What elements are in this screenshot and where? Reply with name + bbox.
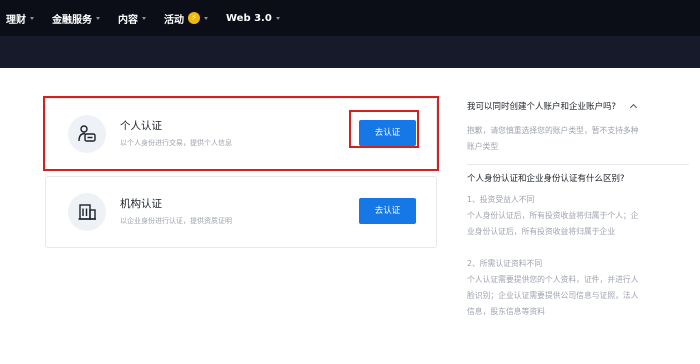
- nav-item-web3[interactable]: Web 3.0: [226, 13, 280, 24]
- top-navigation-bar: 理财 金融服务 内容 活动 ⚡ Web 3.0: [0, 0, 700, 36]
- verify-personal-button[interactable]: 去认证: [359, 120, 416, 146]
- nav-item-label: Web 3.0: [226, 12, 272, 24]
- chevron-up-icon: [629, 103, 638, 112]
- faq-answer-line: 业身份认证后，所有投资收益将归属于企业: [467, 227, 616, 236]
- chevron-down-icon: [96, 16, 100, 20]
- card-title: 个人认证: [120, 120, 162, 132]
- faq-answer: 抱歉，请您慎重选择您的账户类型，暂不支持多种 账户类型: [467, 123, 689, 155]
- faq-spacer: [467, 240, 689, 256]
- faq-item: 我可以同时创建个人账户和企业账户吗? 抱歉，请您慎重选择您的账户类型，暂不支持多…: [467, 100, 689, 155]
- nav-item-label: 金融服务: [52, 14, 92, 26]
- faq-answer-line: 个人认证需要提供您的个人资料，证件，并进行人: [467, 275, 639, 284]
- nav-item-financial-services[interactable]: 金融服务: [52, 11, 100, 26]
- faq-answer-line: 脸识别；企业认证需要提供公司信息与证照，法人: [467, 291, 639, 300]
- faq-question-text: 我可以同时创建个人账户和企业账户吗?: [467, 102, 617, 112]
- chevron-down-icon: [275, 16, 280, 20]
- verify-institution-button[interactable]: 去认证: [359, 198, 416, 224]
- faq-answer-line: 信息，股东信息等资料: [467, 307, 545, 316]
- faq-answer-line: 个人身份认证后，所有投资收益将归属于个人；企: [467, 211, 639, 220]
- faq-question-text: 个人身份认证和企业身份认证有什么区别?: [467, 174, 625, 184]
- header-band: [0, 36, 700, 68]
- card-description: 以企业身份进行认证，提供资质证明: [120, 217, 232, 225]
- user-id-card-icon: [68, 115, 106, 153]
- lightning-badge-icon: ⚡: [188, 12, 200, 24]
- nav-item-label: 活动: [164, 14, 184, 26]
- card-description: 以个人身份进行交易，提供个人信息: [120, 139, 232, 147]
- faq-item: 个人身份认证和企业身份认证有什么区别? 1、投资受益人不同 个人身份认证后，所有…: [467, 172, 689, 320]
- nav-item-content[interactable]: 内容: [118, 11, 146, 26]
- faq-question[interactable]: 个人身份认证和企业身份认证有什么区别?: [467, 172, 689, 184]
- nav-item-label: 理财: [6, 14, 26, 26]
- institution-verification-card: 机构认证 以企业身份进行认证，提供资质证明 去认证: [45, 176, 437, 248]
- nav-item-wealth[interactable]: 理财: [6, 11, 34, 26]
- chevron-down-icon: [30, 16, 34, 20]
- faq-divider: [467, 164, 689, 165]
- nav-item-activities[interactable]: 活动 ⚡: [164, 11, 208, 26]
- faq-question[interactable]: 我可以同时创建个人账户和企业账户吗?: [467, 100, 689, 112]
- faq-answer-line: 1、投资受益人不同: [467, 195, 535, 204]
- nav-item-label: 内容: [118, 14, 138, 26]
- personal-verification-card: 个人认证 以个人身份进行交易，提供个人信息 去认证: [45, 98, 437, 170]
- faq-answer-line: 账户类型: [467, 142, 499, 151]
- faq-answer-line: 2、所需认证资料不同: [467, 259, 543, 268]
- faq-answer: 1、投资受益人不同 个人身份认证后，所有投资收益将归属于个人；企 业身份认证后，…: [467, 192, 689, 320]
- faq-answer-line: 抱歉，请您慎重选择您的账户类型，暂不支持多种: [467, 126, 639, 135]
- main-nav: 理财 金融服务 内容 活动 ⚡ Web 3.0: [0, 0, 298, 36]
- building-icon: [68, 193, 106, 231]
- chevron-down-icon: [142, 16, 146, 20]
- card-title: 机构认证: [120, 198, 162, 210]
- chevron-down-icon: [204, 16, 208, 20]
